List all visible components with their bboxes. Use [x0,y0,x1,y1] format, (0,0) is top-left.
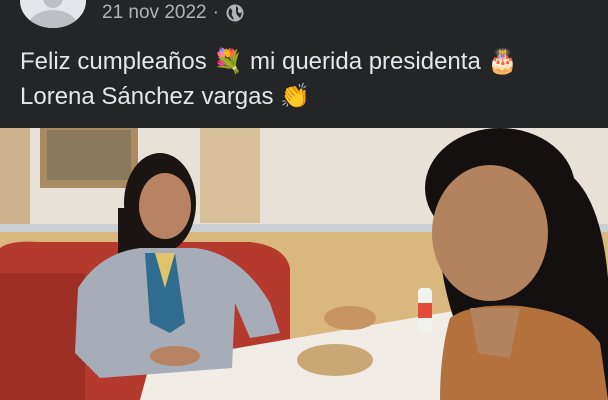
meta-separator: · [212,2,219,23]
post-caption: Feliz cumpleaños 💐 mi querida presidenta… [20,44,590,114]
globe-icon [225,3,245,23]
photo-illustration [0,128,608,400]
bread-basket [297,344,373,376]
avatar[interactable] [20,0,86,28]
caption-text-1: Feliz cumpleaños [20,48,207,75]
caption-text-3: Lorena Sánchez vargas [20,83,274,110]
post-photo[interactable] [0,128,608,400]
cake-icon: 🎂 [487,47,518,75]
avatar-head-shape [43,0,63,8]
post-meta: 21 nov 2022 · [102,2,245,24]
post-date[interactable]: 21 nov 2022 [102,2,207,24]
clapping-hands-icon: 👏 [280,82,311,110]
bouquet-icon: 💐 [213,47,244,75]
caption-text-2: mi querida presidenta [249,48,481,75]
avatar-shoulders-shape [28,10,78,28]
post-header: 21 nov 2022 · [0,0,608,40]
